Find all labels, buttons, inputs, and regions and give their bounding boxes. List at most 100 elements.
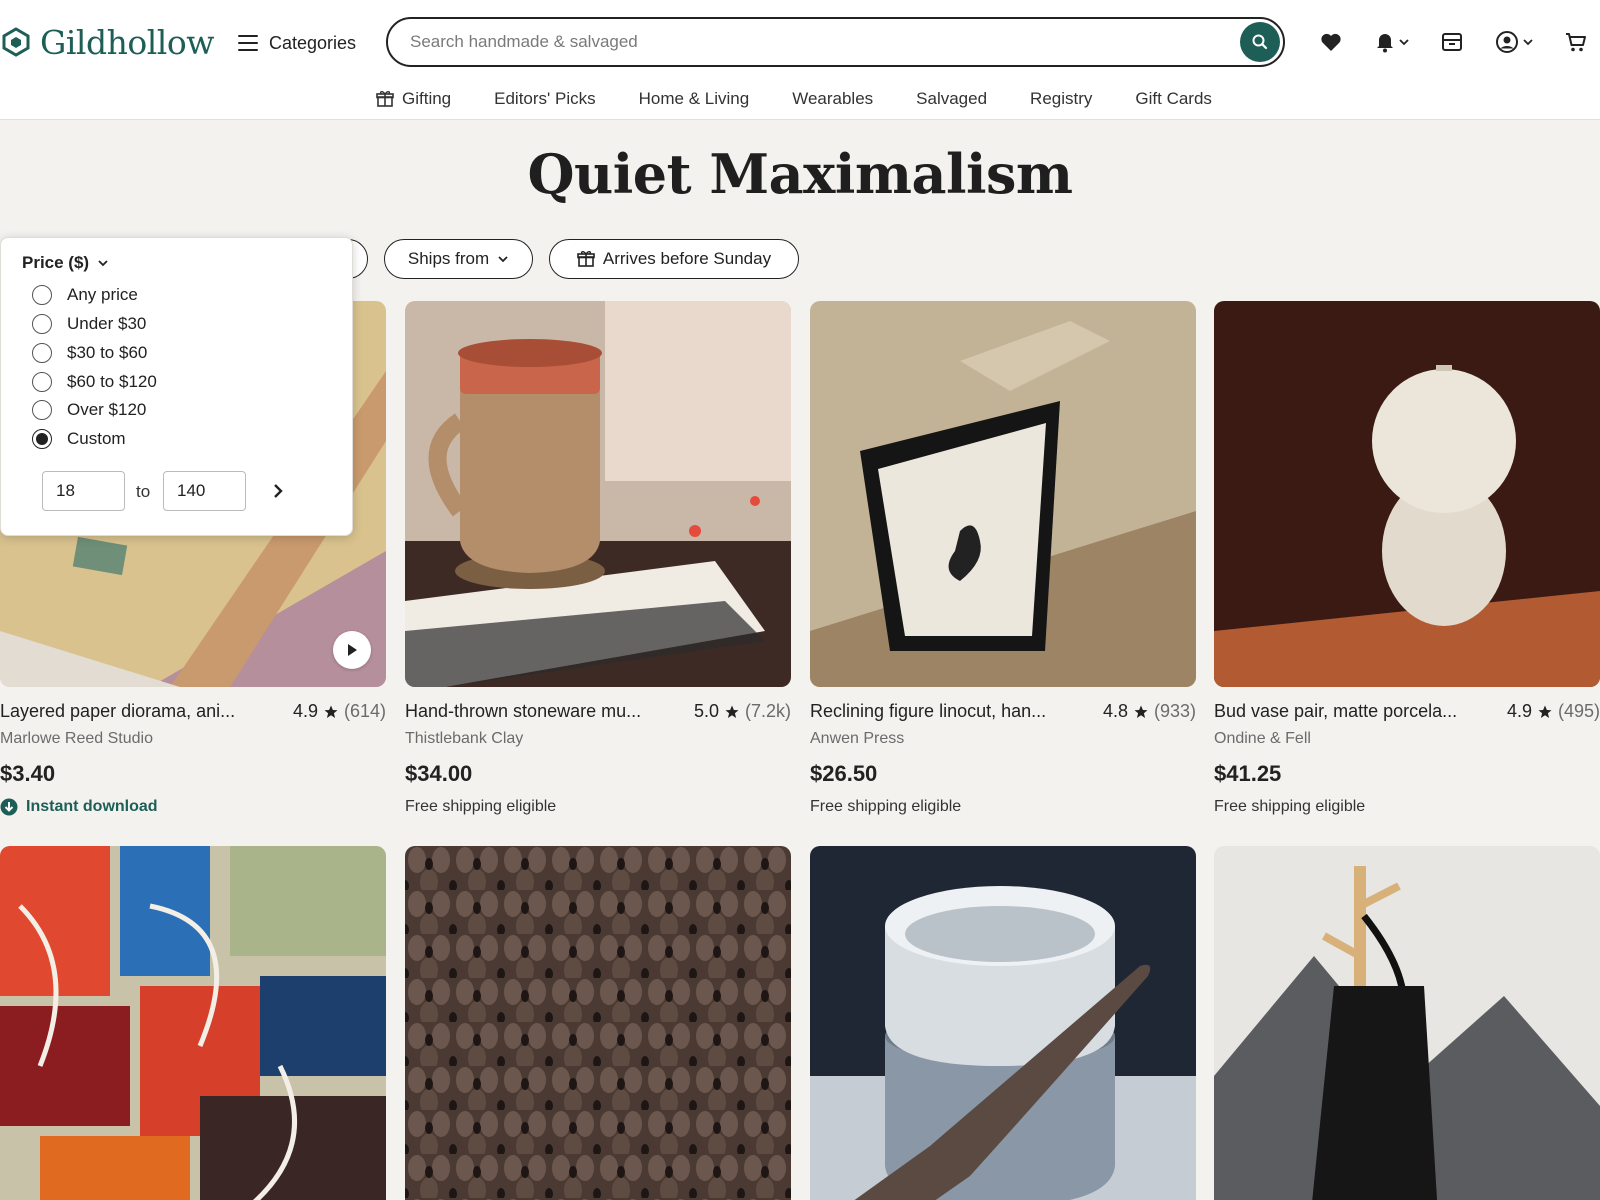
review-count: (495): [1557, 701, 1600, 721]
option-label: Under $30: [67, 314, 147, 333]
brand-name: Gildhollow: [40, 22, 214, 62]
nav-wearables[interactable]: Wearables: [792, 89, 873, 109]
price-option-over-120[interactable]: Over $120: [32, 400, 146, 420]
price-filter-heading: Price ($): [22, 253, 90, 272]
product-photo: [810, 301, 1196, 687]
nav-label: Wearables: [792, 89, 874, 108]
apply-price-button[interactable]: [265, 478, 291, 504]
product-title[interactable]: Hand-thrown stoneware mu...: [405, 701, 641, 722]
page-title: Quiet Maximalism: [527, 142, 1073, 206]
search-bar: [386, 17, 1285, 67]
option-label: $60 to $120: [67, 372, 157, 391]
shop-button[interactable]: [1441, 27, 1463, 57]
option-label: Over $120: [67, 400, 147, 419]
nav-home-living[interactable]: Home & Living: [639, 89, 750, 109]
favorites-button[interactable]: [1320, 27, 1342, 57]
logo[interactable]: Gildhollow: [2, 22, 214, 62]
account-button[interactable]: [1495, 27, 1534, 57]
ships-from-label: Ships from: [407, 249, 490, 268]
product-title[interactable]: Layered paper diorama, ani...: [0, 701, 235, 722]
product-card[interactable]: [1214, 846, 1600, 1200]
product-image[interactable]: [405, 846, 791, 1200]
radio-button[interactable]: [32, 343, 52, 363]
product-image[interactable]: [810, 846, 1196, 1200]
search-button[interactable]: [1240, 22, 1280, 62]
shop-icon: [1442, 33, 1462, 51]
product-photo: [1214, 301, 1600, 687]
categories-label: Categories: [269, 32, 357, 53]
product-image[interactable]: [1214, 846, 1600, 1200]
product-photo: [0, 846, 386, 1200]
categories-button[interactable]: Categories: [238, 28, 356, 58]
product-price: $34.00: [405, 761, 473, 786]
rating-value: 4.9: [292, 701, 318, 721]
arrives-before-filter[interactable]: Arrives before Sunday: [549, 239, 799, 279]
radio-button[interactable]: [32, 372, 52, 392]
instant-download-badge: Instant download: [0, 798, 158, 816]
notifications-button[interactable]: [1375, 27, 1410, 57]
shop-name[interactable]: Ondine & Fell: [1214, 730, 1311, 748]
price-option-under-30[interactable]: Under $30: [32, 314, 146, 334]
product-card[interactable]: Reclining figure linocut, han... 4.8 (93…: [810, 301, 1196, 815]
max-price-input[interactable]: [163, 471, 246, 511]
product-price: $3.40: [0, 761, 56, 786]
nav-registry[interactable]: Registry: [1030, 89, 1092, 109]
radio-button[interactable]: [32, 400, 52, 420]
price-option-custom[interactable]: Custom: [32, 429, 126, 449]
price-option-60-120[interactable]: $60 to $120: [32, 372, 157, 392]
price-option-30-60[interactable]: $30 to $60: [32, 343, 147, 363]
product-image[interactable]: [810, 301, 1196, 687]
product-card[interactable]: [405, 846, 791, 1200]
shop-name[interactable]: Marlowe Reed Studio: [0, 730, 153, 748]
nav-gifting[interactable]: Gifting: [376, 89, 451, 109]
cart-icon: [1566, 33, 1586, 52]
play-video-button[interactable]: [333, 631, 371, 669]
product-title[interactable]: Reclining figure linocut, han...: [810, 701, 1046, 722]
product-rating: 4.9 (495): [1507, 701, 1600, 722]
rating-value: 5.0: [693, 701, 719, 721]
nav-salvaged[interactable]: Salvaged: [916, 89, 987, 109]
product-image[interactable]: [0, 846, 386, 1200]
star-icon: [1538, 705, 1552, 718]
price-option-any[interactable]: Any price: [32, 285, 138, 305]
price-filter-dropdown: Price ($) Any price Under $30 $30 to $60…: [0, 237, 353, 536]
heart-icon: [1321, 33, 1341, 51]
logo-hexagon-icon: [2, 27, 30, 57]
radio-button[interactable]: [32, 285, 52, 305]
play-icon: [348, 644, 357, 656]
star-icon: [324, 705, 338, 718]
product-card[interactable]: [0, 846, 386, 1200]
star-icon: [725, 705, 739, 718]
product-photo: [810, 846, 1196, 1200]
nav-editors-picks[interactable]: Editors' Picks: [494, 89, 596, 109]
cart-button[interactable]: [1565, 27, 1587, 57]
nav-label: Home & Living: [638, 89, 750, 108]
nav-label: Salvaged: [916, 89, 988, 108]
product-photo: [1214, 846, 1600, 1200]
product-image[interactable]: [405, 301, 791, 687]
range-separator: to: [136, 482, 151, 501]
ships-from-filter[interactable]: Ships from: [384, 239, 533, 279]
shop-name[interactable]: Thistlebank Clay: [405, 730, 523, 748]
rating-value: 4.8: [1102, 701, 1128, 721]
product-card[interactable]: [810, 846, 1196, 1200]
product-rating: 4.8 (933): [1103, 701, 1196, 722]
product-card[interactable]: Hand-thrown stoneware mu... 5.0 (7.2k) T…: [405, 301, 791, 815]
radio-button-selected[interactable]: [32, 429, 52, 449]
nav-gift-cards[interactable]: Gift Cards: [1135, 89, 1212, 109]
radio-button[interactable]: [32, 314, 52, 334]
star-icon: [1134, 705, 1148, 718]
gift-icon: [577, 251, 595, 267]
product-image[interactable]: [1214, 301, 1600, 687]
product-title[interactable]: Bud vase pair, matte porcela...: [1214, 701, 1457, 722]
bell-icon: [1377, 34, 1393, 53]
product-card[interactable]: Bud vase pair, matte porcela... 4.9 (495…: [1214, 301, 1600, 815]
chevron-down-icon: [498, 256, 508, 263]
chevron-down-icon: [98, 260, 108, 267]
search-input[interactable]: [410, 19, 1210, 65]
shop-name[interactable]: Anwen Press: [810, 730, 904, 748]
price-filter-toggle[interactable]: Price ($): [22, 253, 109, 273]
min-price-input[interactable]: [42, 471, 125, 511]
chevron-down-icon: [1399, 39, 1409, 46]
nav-label: Gift Cards: [1135, 89, 1212, 108]
